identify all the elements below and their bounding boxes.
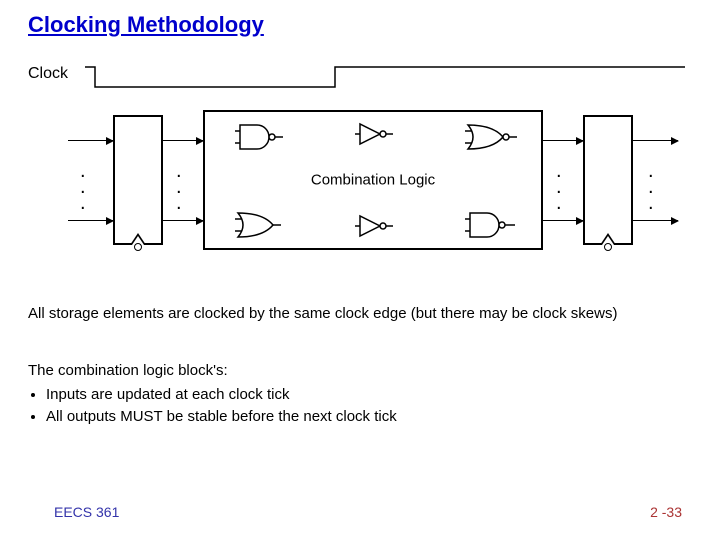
or-gate-icon [235,210,285,240]
footer-page-number: 2 -33 [650,504,682,520]
page-title: Clocking Methodology [28,12,264,38]
combinational-logic-label: Combination Logic [311,172,435,189]
nor-gate-icon [465,122,520,152]
nand-gate-icon [235,122,285,152]
wire [633,220,678,221]
register-left [113,115,163,245]
clock-label: Clock [28,65,68,83]
wire [163,140,203,141]
combinational-logic-block: Combination Logic [203,110,543,250]
bullet-item: All outputs MUST be stable before the ne… [46,406,688,428]
ellipsis-icon: ... [176,160,182,214]
ellipsis-icon: ... [648,160,654,214]
ellipsis-icon: ... [556,160,562,214]
wire [68,140,113,141]
bullet-item: Inputs are updated at each clock tick [46,384,688,406]
nand-gate-icon [465,210,520,240]
wire [543,140,583,141]
body-text-2: The combination logic block's: Inputs ar… [28,360,688,427]
wire [68,220,113,221]
inverter-icon [355,212,395,240]
ellipsis-icon: ... [80,160,86,214]
inverter-icon [355,120,395,148]
clock-waveform [85,62,685,92]
clock-bubble-icon [604,243,612,251]
wire [543,220,583,221]
clock-bubble-icon [134,243,142,251]
clocking-diagram: ... ... Combination Logic [28,115,692,265]
body-text-2-intro: The combination logic block's: [28,362,228,379]
wire [633,140,678,141]
body-text-1: All storage elements are clocked by the … [28,305,688,324]
register-right [583,115,633,245]
wire [163,220,203,221]
footer-course: EECS 361 [54,504,119,520]
